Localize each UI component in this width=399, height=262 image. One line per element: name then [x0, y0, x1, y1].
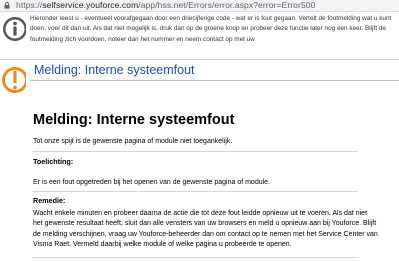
info-panel: Hieronder leest u - eventueel voorafgega… [0, 13, 399, 60]
url-text[interactable]: https://selfservice.youforce.com/app/hss… [16, 0, 315, 11]
toelichting-label: Toelichting: [33, 157, 74, 166]
url-path: /app/hss.net/Errors/error.aspx?error=Err… [138, 0, 316, 10]
warning-icon [2, 67, 26, 93]
melding-title: Melding: Interne systeemfout [34, 63, 195, 77]
url-prefix: https:// [16, 0, 43, 10]
lock-icon [4, 2, 10, 9]
info-icon [3, 17, 26, 41]
info-text: Hieronder leest u - eventueel voorafgega… [30, 15, 392, 43]
address-bar[interactable]: https://selfservice.youforce.com/app/hss… [0, 0, 399, 12]
divider [33, 151, 358, 152]
page-title: Melding: Interne systeemfout [33, 112, 235, 128]
toelichting-text: Er is een fout opgetreden bij het openen… [33, 179, 271, 186]
divider [33, 191, 358, 192]
melding-divider [30, 80, 399, 81]
url-host: selfservice.youforce.com [42, 0, 139, 10]
remedie-text: Wacht enkele minuten en probeer daarna d… [33, 210, 378, 249]
remedie-label: Remedie: [33, 196, 66, 205]
error-subtitle: Tot onze spijt is de gewenste pagina of … [33, 138, 233, 145]
divider [33, 257, 358, 258]
